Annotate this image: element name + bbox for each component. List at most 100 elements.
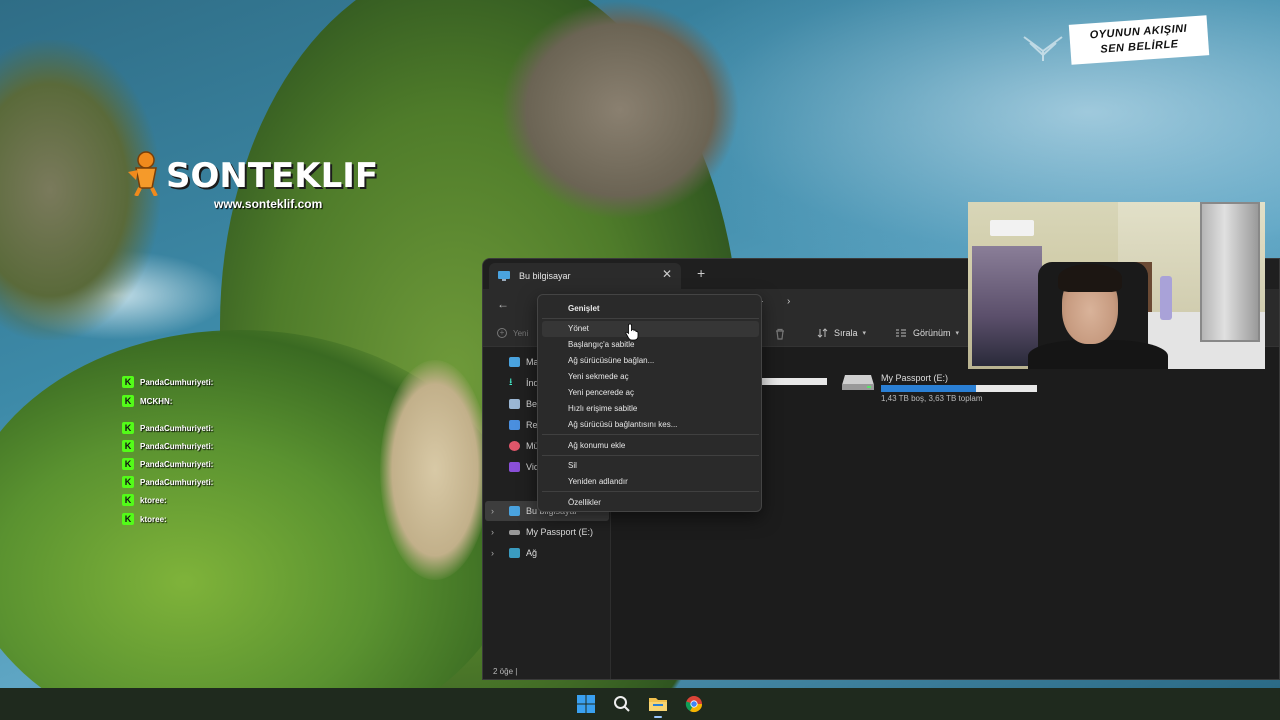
menu-item-delete[interactable]: Sil bbox=[568, 461, 577, 470]
sort-button[interactable]: Sırala ▾ bbox=[817, 328, 866, 338]
nav-item-desktop[interactable]: Ma bbox=[509, 355, 539, 369]
nav-item-documents[interactable]: Be bbox=[509, 397, 537, 411]
webcam-person-hair bbox=[1058, 264, 1122, 292]
chevron-right-icon[interactable]: › bbox=[491, 527, 494, 537]
documents-icon bbox=[509, 399, 520, 409]
pictures-icon bbox=[509, 420, 520, 430]
new-button-label: Yeni bbox=[513, 328, 529, 338]
videos-icon bbox=[509, 462, 520, 472]
chat-line: K PandaCumhuriyeti: bbox=[122, 422, 217, 434]
chat-line: K PandaCumhuriyeti: bbox=[122, 458, 217, 470]
tab-title: Bu bilgisayar bbox=[519, 271, 571, 281]
menu-item-open-new-tab[interactable]: Yeni sekmede aç bbox=[568, 372, 629, 381]
menu-separator bbox=[542, 318, 759, 319]
hand-cursor-icon bbox=[625, 323, 639, 341]
windows-logo-icon bbox=[577, 695, 595, 713]
computer-icon bbox=[498, 271, 510, 281]
sort-icon bbox=[817, 328, 828, 338]
chevron-right-icon[interactable]: › bbox=[491, 506, 494, 516]
drive-tile-my-passport[interactable]: My Passport (E:) 1,43 TB boş, 3,63 TB to… bbox=[841, 373, 1037, 403]
chat-user: PandaCumhuriyeti: bbox=[140, 477, 214, 487]
chat-user: PandaCumhuriyeti: bbox=[140, 377, 214, 387]
nav-item-label: Be bbox=[526, 399, 538, 409]
nav-item-downloads[interactable]: ⭳ İnd bbox=[509, 376, 539, 390]
menu-item-properties[interactable]: Özellikler bbox=[568, 498, 601, 507]
chrome-icon[interactable] bbox=[680, 690, 708, 718]
context-menu: Genişlet Yönet Başlangıç'a sabitle Ağ sü… bbox=[537, 294, 762, 512]
kick-icon: K bbox=[122, 476, 134, 488]
new-tab-button[interactable]: + bbox=[697, 265, 705, 281]
chat-line: K PandaCumhuriyeti: bbox=[122, 376, 217, 388]
chat-line: K PandaCumhuriyeti: bbox=[122, 476, 217, 488]
drive-icon bbox=[509, 529, 520, 535]
chat-user: PandaCumhuriyeti: bbox=[140, 423, 214, 433]
sonteklif-logo: SONTEKLIF www.sonteklif.com bbox=[122, 150, 392, 212]
menu-item-pin-quick-access[interactable]: Hızlı erişime sabitle bbox=[568, 404, 637, 413]
nav-item-videos[interactable]: Vid bbox=[509, 460, 539, 474]
folder-icon bbox=[649, 698, 667, 711]
kick-icon: K bbox=[122, 395, 134, 407]
webcam-person-body bbox=[1028, 340, 1168, 369]
sort-label: Sırala bbox=[834, 328, 858, 338]
windows-start-icon[interactable] bbox=[572, 690, 600, 718]
kick-icon: K bbox=[122, 494, 134, 506]
tab-close-button[interactable]: ✕ bbox=[659, 267, 675, 281]
wallpaper-beach bbox=[380, 360, 490, 580]
drive-info: My Passport (E:) 1,43 TB boş, 3,63 TB to… bbox=[881, 373, 1037, 403]
chevron-down-icon: ▾ bbox=[955, 330, 960, 337]
plus-icon: + bbox=[497, 328, 507, 338]
menu-item-pin-start[interactable]: Başlangıç'a sabitle bbox=[568, 340, 634, 349]
menu-item-add-network-location[interactable]: Ağ konumu ekle bbox=[568, 441, 625, 450]
kick-icon: K bbox=[122, 440, 134, 452]
taskbar bbox=[0, 688, 1280, 720]
nav-item-label: Re bbox=[526, 420, 538, 430]
chrome-logo-icon bbox=[685, 696, 703, 713]
view-button[interactable]: Görünüm ▾ bbox=[895, 328, 959, 338]
chat-user: ktoree: bbox=[140, 495, 167, 505]
desktop-icon bbox=[509, 357, 520, 367]
magnifier-icon bbox=[614, 696, 630, 712]
download-icon: ⭳ bbox=[509, 377, 513, 388]
view-icon bbox=[896, 329, 906, 337]
delete-icon[interactable] bbox=[773, 327, 787, 341]
menu-item-expand[interactable]: Genişlet bbox=[568, 304, 600, 313]
nav-item-my-passport[interactable]: My Passport (E:) bbox=[509, 525, 593, 539]
menu-separator bbox=[542, 491, 759, 492]
music-icon bbox=[509, 441, 520, 451]
webcam-shelf bbox=[972, 246, 1042, 366]
external-drive-icon bbox=[842, 375, 874, 390]
network-icon bbox=[509, 548, 520, 558]
menu-separator bbox=[542, 434, 759, 435]
tab-this-pc[interactable]: Bu bilgisayar ✕ bbox=[489, 263, 681, 289]
nav-item-network[interactable]: Ağ bbox=[509, 546, 537, 560]
menu-item-disconnect-network-drive[interactable]: Ağ sürücüsü bağlantısını kes... bbox=[568, 420, 677, 429]
chat-user: MCKHN: bbox=[140, 396, 173, 406]
emblem-icon bbox=[1023, 36, 1063, 61]
back-arrow-icon[interactable]: ← bbox=[497, 297, 509, 311]
chat-line: K PandaCumhuriyeti: bbox=[122, 440, 217, 452]
view-label: Görünüm bbox=[913, 328, 951, 338]
kick-icon: K bbox=[122, 376, 134, 388]
search-icon[interactable] bbox=[608, 690, 636, 718]
nav-item-pictures[interactable]: Re bbox=[509, 418, 538, 432]
drive-name: My Passport (E:) bbox=[881, 373, 949, 383]
menu-item-manage[interactable]: Yönet bbox=[568, 324, 589, 333]
logo-url: www.sonteklif.com bbox=[214, 197, 323, 211]
logo-title: SONTEKLIF bbox=[166, 156, 379, 196]
file-explorer-icon[interactable] bbox=[644, 690, 672, 718]
chat-user: PandaCumhuriyeti: bbox=[140, 441, 214, 451]
chevron-down-icon: ▾ bbox=[862, 330, 867, 337]
drive-size-text: 1,43 TB boş, 3,63 TB toplam bbox=[881, 394, 983, 403]
chevron-right-icon[interactable]: › bbox=[491, 548, 494, 558]
chat-user: PandaCumhuriyeti: bbox=[140, 459, 214, 469]
kick-icon: K bbox=[122, 422, 134, 434]
nav-item-music[interactable]: Mü bbox=[509, 439, 539, 453]
menu-item-map-network-drive[interactable]: Ağ sürücüsüne bağlan... bbox=[568, 356, 654, 365]
chat-line: K MCKHN: bbox=[122, 395, 176, 407]
menu-separator bbox=[542, 455, 759, 456]
webcam-pc-case bbox=[1200, 202, 1260, 342]
new-button[interactable]: + Yeni bbox=[497, 328, 528, 338]
chevron-right-icon[interactable]: › bbox=[787, 296, 790, 307]
menu-item-open-new-window[interactable]: Yeni pencerede aç bbox=[568, 388, 634, 397]
menu-item-rename[interactable]: Yeniden adlandır bbox=[568, 477, 628, 486]
